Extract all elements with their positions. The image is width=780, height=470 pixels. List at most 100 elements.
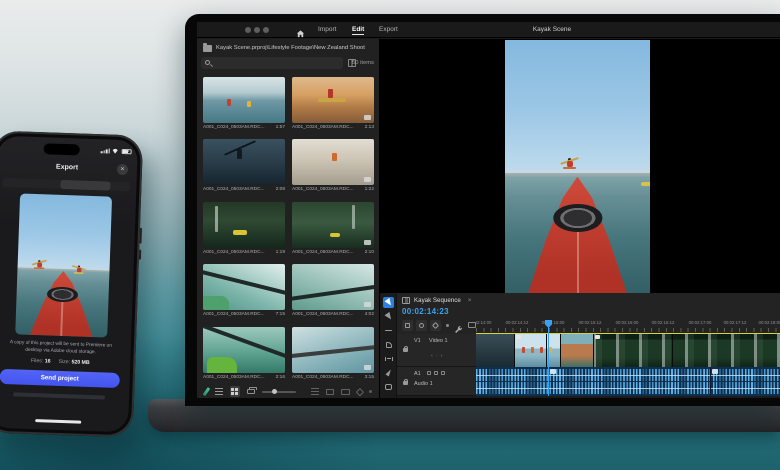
- clip-badge-icon: [364, 177, 371, 182]
- tag-icon[interactable]: [356, 387, 364, 395]
- app-titlebar: Import Edit Export Kayak Scene: [197, 22, 780, 38]
- video-clip-strip[interactable]: [476, 334, 780, 367]
- timeline-settings-icon[interactable]: [454, 321, 463, 330]
- files-label: Files:: [31, 358, 44, 364]
- selection-tool-icon[interactable]: [383, 297, 394, 308]
- clip-thumbnail[interactable]: [203, 139, 285, 185]
- keyframe-nav-icons[interactable]: ‹·›: [431, 353, 446, 359]
- clip-cell[interactable]: A001_C024_0503AM.RDC...3:15: [292, 327, 374, 385]
- clip-badge-icon: [364, 240, 371, 245]
- clip-cell[interactable]: A001_C024_0503AM.RDC...7:15: [203, 264, 285, 322]
- ruler-label: 00:02:16:12: [652, 320, 675, 325]
- snap-icon[interactable]: [402, 320, 413, 331]
- clip-cell[interactable]: A001_C024_0503AM.RDC...2:13: [292, 77, 374, 135]
- clip-thumbnail[interactable]: [203, 77, 285, 123]
- edit-pen-icon[interactable]: [203, 387, 210, 396]
- video-clip[interactable]: [593, 334, 780, 367]
- slip-tool-icon[interactable]: [383, 353, 394, 364]
- clip-thumbnail[interactable]: [292, 264, 374, 310]
- sort-icon[interactable]: [311, 388, 319, 395]
- home-indicator[interactable]: [35, 419, 81, 424]
- ruler-label: 00:02:17:00: [689, 320, 712, 325]
- lock-icon[interactable]: [403, 381, 408, 385]
- clip-thumbnail[interactable]: [203, 202, 285, 248]
- yellow-kayak-edge: [641, 182, 650, 186]
- waveform-left: [476, 369, 780, 381]
- clip-cut: [560, 334, 561, 367]
- size-value: 520 MB: [71, 359, 89, 366]
- video-track-id: V1: [414, 338, 421, 344]
- close-icon[interactable]: ×: [117, 164, 128, 175]
- sequence-icon: [402, 297, 410, 304]
- close-icon[interactable]: ×: [468, 297, 472, 304]
- ripple-edit-tool-icon[interactable]: [383, 325, 394, 336]
- more-options-icon[interactable]: [369, 390, 372, 393]
- clip-cut: [593, 334, 594, 367]
- playhead-line[interactable]: [548, 320, 549, 396]
- stack-view-icon[interactable]: [247, 389, 255, 394]
- audio-clip-strip[interactable]: [476, 367, 780, 396]
- clip-thumbnail[interactable]: [292, 77, 374, 123]
- clip-cell[interactable]: A001_C024_0503AM.RDC...1:22: [292, 139, 374, 197]
- clip-thumbnail[interactable]: [292, 139, 374, 185]
- slider-knob[interactable]: [272, 389, 277, 394]
- waveform-right: [476, 382, 780, 394]
- clip-cell[interactable]: A001_C024_0503AM.RDC...2:08: [203, 139, 285, 197]
- marker-icon[interactable]: [430, 320, 441, 331]
- grid-view-icon[interactable]: [230, 386, 241, 397]
- video-track-header[interactable]: V1 Video 1 ‹·›: [397, 334, 476, 367]
- linked-selection-icon[interactable]: [416, 320, 427, 331]
- items-count: 50 items: [352, 60, 374, 66]
- paddle-shape: [292, 283, 374, 302]
- clip-thumbnail[interactable]: [292, 327, 374, 373]
- clip-badge-icon: [364, 302, 371, 307]
- clip-cell[interactable]: A001_C024_0503AM.RDC...1:19: [203, 202, 285, 260]
- clip-cell[interactable]: A001_C024_0503AM.RDC...4:02: [292, 264, 374, 322]
- breadcrumb[interactable]: Kayak Scene.prproj\Lifestyle Footage\New…: [203, 43, 378, 53]
- video-clip[interactable]: [560, 334, 593, 367]
- work-area-icon[interactable]: [468, 322, 476, 328]
- clip-cell[interactable]: A001_C024_0503AM.RDC... 1:57: [203, 77, 285, 135]
- nav-edit[interactable]: Edit: [352, 26, 364, 35]
- clip-thumbnail[interactable]: [292, 202, 374, 248]
- track-select-tool-icon[interactable]: [383, 311, 394, 322]
- nav-import[interactable]: Import: [318, 26, 336, 33]
- clip-cell[interactable]: A001_C024_0503AM.RDC...2:10: [292, 202, 374, 260]
- list-view-icon[interactable]: [215, 388, 223, 395]
- nav-export[interactable]: Export: [379, 26, 398, 33]
- search-input[interactable]: [201, 57, 343, 69]
- pen-tool-icon[interactable]: [383, 367, 394, 378]
- razor-tool-icon[interactable]: [383, 339, 394, 350]
- solo-icon[interactable]: [434, 371, 438, 375]
- window-control-minimize[interactable]: [254, 27, 260, 33]
- hand-tool-icon[interactable]: [383, 381, 394, 392]
- thumbnail-size-slider[interactable]: [262, 391, 296, 393]
- lock-icon[interactable]: [403, 348, 408, 352]
- ruler-label: 00:02:18:00: [759, 320, 780, 325]
- kayak-hatch: [553, 204, 602, 232]
- record-icon[interactable]: [441, 371, 445, 375]
- clip-duration: 1:57: [276, 125, 285, 130]
- film-icon[interactable]: [326, 389, 334, 395]
- clip-thumbnail[interactable]: [203, 264, 285, 310]
- playhead-timecode[interactable]: 00:02:14:23: [402, 307, 449, 316]
- video-clip[interactable]: [476, 334, 514, 367]
- clip-name: A001_C024_0503AM.RDC...: [203, 125, 265, 130]
- window-control-close[interactable]: [245, 27, 251, 33]
- timeline-ruler[interactable]: 00:02:14:00 00:02:14:12 00:02:15:00 00:0…: [476, 320, 780, 332]
- window-control-zoom[interactable]: [263, 27, 269, 33]
- timeline-footer: [397, 396, 780, 398]
- export-preview-video[interactable]: [15, 193, 112, 337]
- send-project-button[interactable]: Send project: [0, 369, 120, 388]
- audio-track-header[interactable]: A1 Audio 1: [397, 367, 476, 396]
- ruler-label: 00:02:14:12: [506, 320, 529, 325]
- folder-view-icon[interactable]: [341, 389, 350, 395]
- sequence-tab[interactable]: Kayak Sequence ×: [402, 295, 472, 306]
- paddle-shape: [203, 269, 285, 299]
- ruler-label: 00:02:17:12: [724, 320, 747, 325]
- audio-track-id: A1: [414, 371, 421, 377]
- clip-cell[interactable]: A001_C024_0503AM.RDC...2:16: [203, 327, 285, 385]
- clip-thumbnail[interactable]: [203, 327, 285, 373]
- video-clip[interactable]: [514, 334, 560, 367]
- mute-icon[interactable]: [427, 371, 431, 375]
